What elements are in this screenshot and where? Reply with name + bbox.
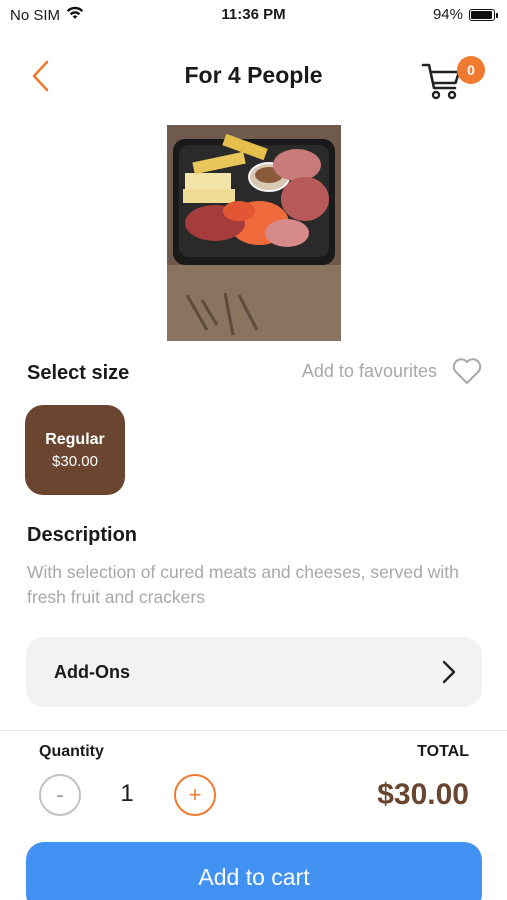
- addons-row[interactable]: Add-Ons: [26, 637, 482, 707]
- battery-icon: [469, 8, 498, 21]
- size-option-price: $30.00: [52, 452, 98, 470]
- total-label: TOTAL: [417, 743, 469, 760]
- plus-icon: +: [188, 782, 202, 807]
- select-size-heading: Select size: [27, 362, 130, 384]
- heart-icon: [452, 358, 482, 384]
- divider: [0, 730, 507, 731]
- add-to-favourites-button[interactable]: Add to favourites: [302, 356, 483, 386]
- favourites-label: Add to favourites: [301, 360, 437, 381]
- status-time: 11:36 PM: [221, 6, 286, 23]
- quantity-value: 1: [120, 780, 134, 807]
- description-heading: Description: [27, 524, 138, 546]
- status-bar: No SIM 11:36 PM 94%: [0, 0, 507, 30]
- add-to-cart-button[interactable]: Add to cart: [26, 842, 482, 900]
- battery-percent: 94%: [432, 6, 463, 23]
- decrease-quantity-button[interactable]: -: [39, 774, 81, 816]
- nav-bar: For 4 People 0: [0, 50, 507, 104]
- total-price: $30.00: [377, 778, 469, 811]
- size-option-name: Regular: [45, 430, 105, 448]
- minus-icon: -: [56, 782, 64, 807]
- chevron-right-icon: [442, 660, 456, 684]
- description-text: With selection of cured meats and cheese…: [27, 562, 459, 607]
- battery-fill: [471, 10, 492, 19]
- cart-button[interactable]: 0: [421, 54, 485, 102]
- product-image: [167, 125, 341, 341]
- increase-quantity-button[interactable]: +: [174, 774, 216, 816]
- add-to-cart-label: Add to cart: [198, 864, 310, 890]
- status-right: 94%: [432, 6, 498, 23]
- cart-count-badge: 0: [457, 56, 485, 84]
- quantity-label: Quantity: [39, 743, 104, 760]
- addons-label: Add-Ons: [54, 661, 130, 682]
- size-option-regular[interactable]: Regular $30.00: [25, 405, 125, 495]
